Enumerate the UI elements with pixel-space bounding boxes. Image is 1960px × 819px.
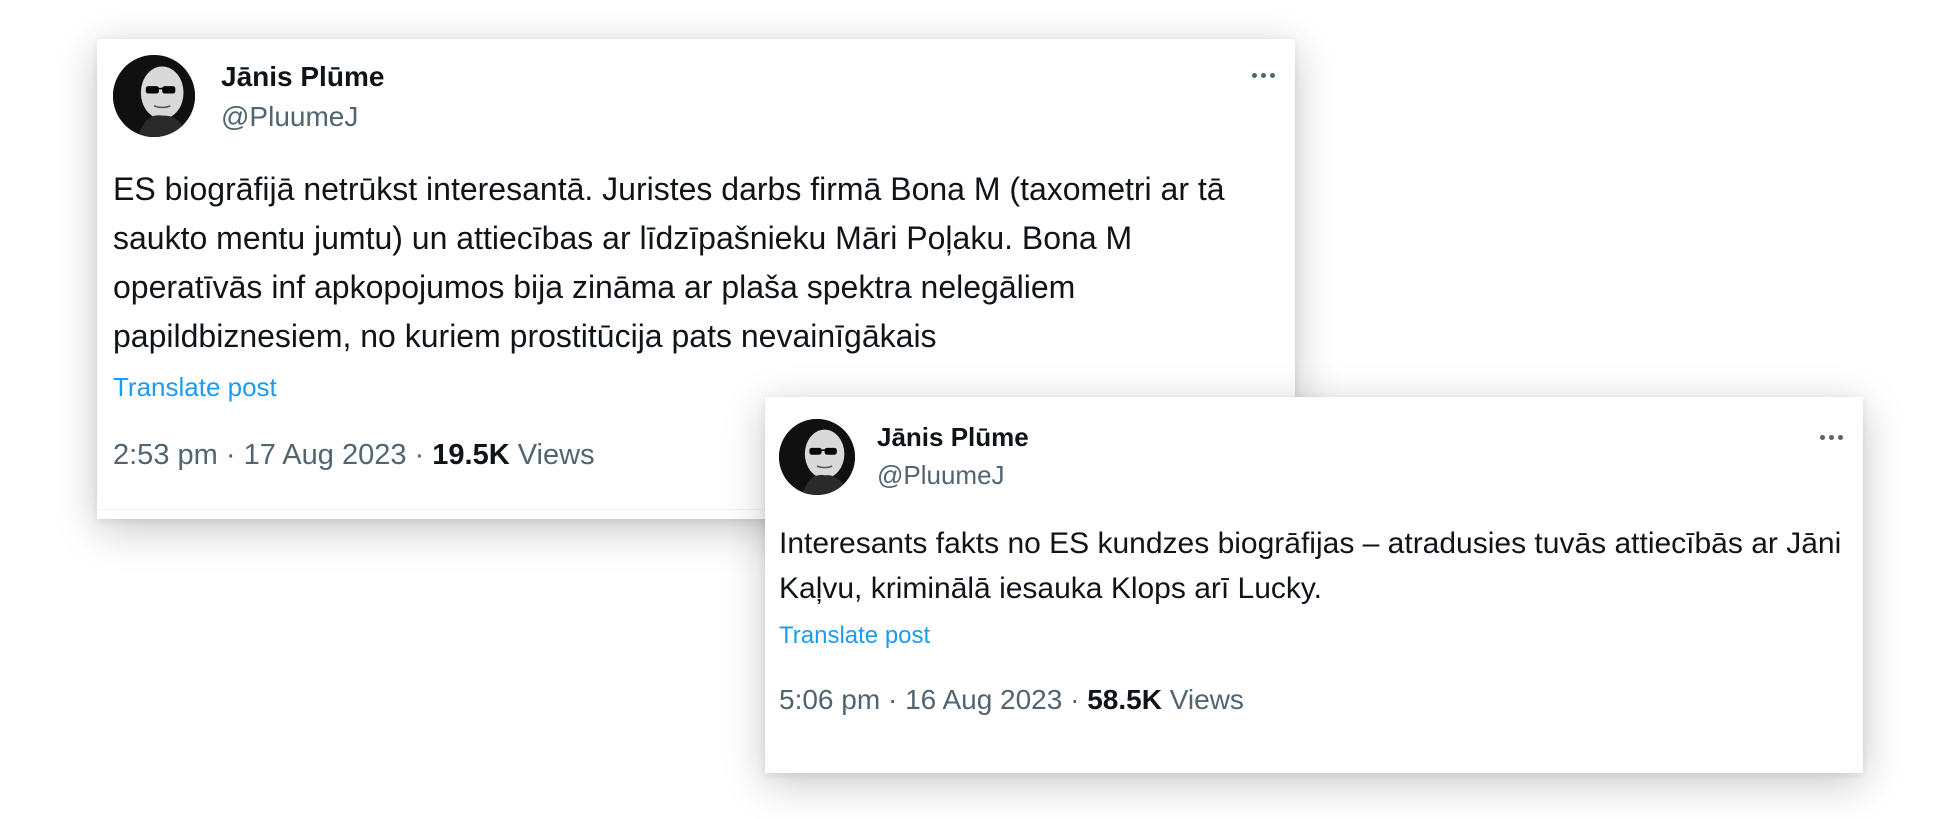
meta-separator: · xyxy=(414,439,425,471)
dot xyxy=(1270,73,1275,78)
translate-post-link[interactable]: Translate post xyxy=(779,622,930,650)
meta-separator: · xyxy=(1070,684,1080,715)
post-meta: 5:06 pm · 16 Aug 2023 · 58.5K Views xyxy=(779,684,1244,716)
more-horizontal-icon[interactable] xyxy=(1820,435,1843,440)
views-count: 58.5K xyxy=(1087,684,1162,715)
post-date[interactable]: 16 Aug 2023 xyxy=(905,684,1062,715)
author-handle[interactable]: @PluumeJ xyxy=(877,460,1005,491)
views-count: 19.5K xyxy=(432,439,510,471)
post-text: ES biogrāfijā netrūkst interesantā. Juri… xyxy=(113,171,1225,354)
dot xyxy=(1838,435,1843,440)
avatar[interactable] xyxy=(779,419,855,495)
author-name[interactable]: Jānis Plūme xyxy=(221,61,384,93)
author-handle[interactable]: @PluumeJ xyxy=(221,101,358,133)
post-meta: 2:53 pm · 17 Aug 2023 · 19.5K Views xyxy=(113,439,595,472)
post-header: Jānis Plūme @PluumeJ xyxy=(765,397,1863,495)
dot xyxy=(1829,435,1834,440)
views-label: Views xyxy=(517,439,595,471)
dot xyxy=(1820,435,1825,440)
avatar[interactable] xyxy=(113,55,195,137)
avatar-image xyxy=(113,55,195,137)
post-text: Interesants fakts no ES kundzes biogrāfi… xyxy=(779,527,1842,605)
post-date[interactable]: 17 Aug 2023 xyxy=(244,439,407,471)
avatar-image xyxy=(779,419,855,495)
meta-separator: · xyxy=(225,439,236,471)
dot xyxy=(1261,73,1266,78)
post-card-2[interactable]: Jānis Plūme @PluumeJ Interesants fakts n… xyxy=(765,397,1863,773)
dot xyxy=(1252,73,1257,78)
translate-post-link[interactable]: Translate post xyxy=(113,372,277,403)
post-time[interactable]: 2:53 pm xyxy=(113,439,218,471)
more-horizontal-icon[interactable] xyxy=(1252,73,1275,78)
post-time[interactable]: 5:06 pm xyxy=(779,684,880,715)
author-name[interactable]: Jānis Plūme xyxy=(877,422,1029,453)
meta-separator: · xyxy=(887,684,898,715)
views-label: Views xyxy=(1169,684,1244,715)
post-header: Jānis Plūme @PluumeJ xyxy=(97,39,1295,137)
